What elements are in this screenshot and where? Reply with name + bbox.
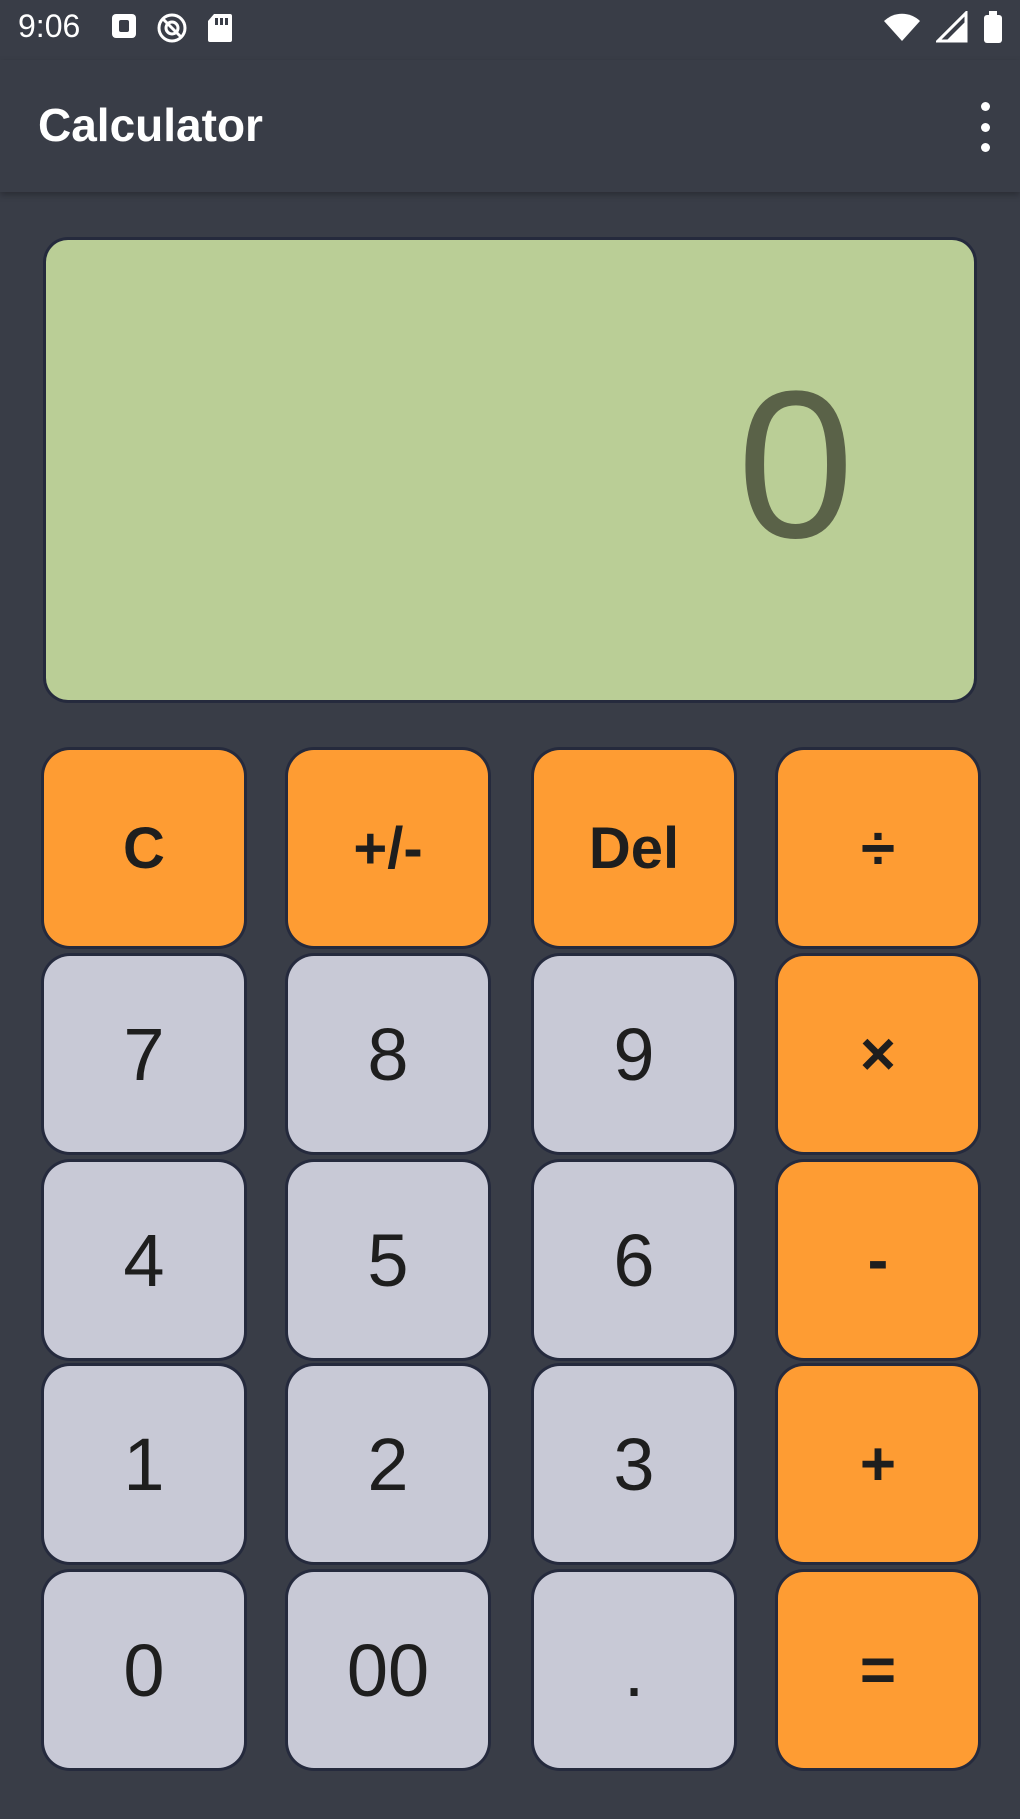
sd-card-icon xyxy=(208,14,232,42)
digit-4-button[interactable]: 4 xyxy=(44,1162,244,1358)
display-value: 0 xyxy=(737,347,854,582)
negate-button[interactable]: +/- xyxy=(288,750,488,946)
decimal-button[interactable]: . xyxy=(534,1572,734,1768)
notification-icon xyxy=(112,14,136,38)
double-zero-button[interactable]: 00 xyxy=(288,1572,488,1768)
status-bar: 9:06 xyxy=(0,0,1020,60)
status-time: 9:06 xyxy=(18,8,81,44)
app-title: Calculator xyxy=(38,99,263,151)
digit-7-button[interactable]: 7 xyxy=(44,956,244,1152)
cell-signal-icon xyxy=(936,11,968,43)
digit-1-button[interactable]: 1 xyxy=(44,1366,244,1562)
digit-5-button[interactable]: 5 xyxy=(288,1162,488,1358)
digit-8-button[interactable]: 8 xyxy=(288,956,488,1152)
status-left-icons xyxy=(110,12,234,44)
more-dot xyxy=(980,102,990,111)
battery-icon xyxy=(984,11,1002,43)
digit-3-button[interactable]: 3 xyxy=(534,1366,734,1562)
delete-button[interactable]: Del xyxy=(534,750,734,946)
more-dot xyxy=(980,143,990,152)
wifi-icon xyxy=(884,13,920,41)
subtract-button[interactable]: - xyxy=(778,1162,978,1358)
digit-6-button[interactable]: 6 xyxy=(534,1162,734,1358)
more-vert-icon[interactable] xyxy=(970,102,1000,152)
equals-button[interactable]: = xyxy=(778,1572,978,1768)
clear-button[interactable]: C xyxy=(44,750,244,946)
app-bar: Calculator xyxy=(0,60,1020,192)
divide-button[interactable]: ÷ xyxy=(778,750,978,946)
add-button[interactable]: + xyxy=(778,1366,978,1562)
digit-0-button[interactable]: 0 xyxy=(44,1572,244,1768)
digit-2-button[interactable]: 2 xyxy=(288,1366,488,1562)
multiply-button[interactable]: × xyxy=(778,956,978,1152)
status-right-icons xyxy=(882,10,1004,44)
digit-9-button[interactable]: 9 xyxy=(534,956,734,1152)
more-dot xyxy=(980,122,990,132)
sync-icon xyxy=(157,13,187,43)
